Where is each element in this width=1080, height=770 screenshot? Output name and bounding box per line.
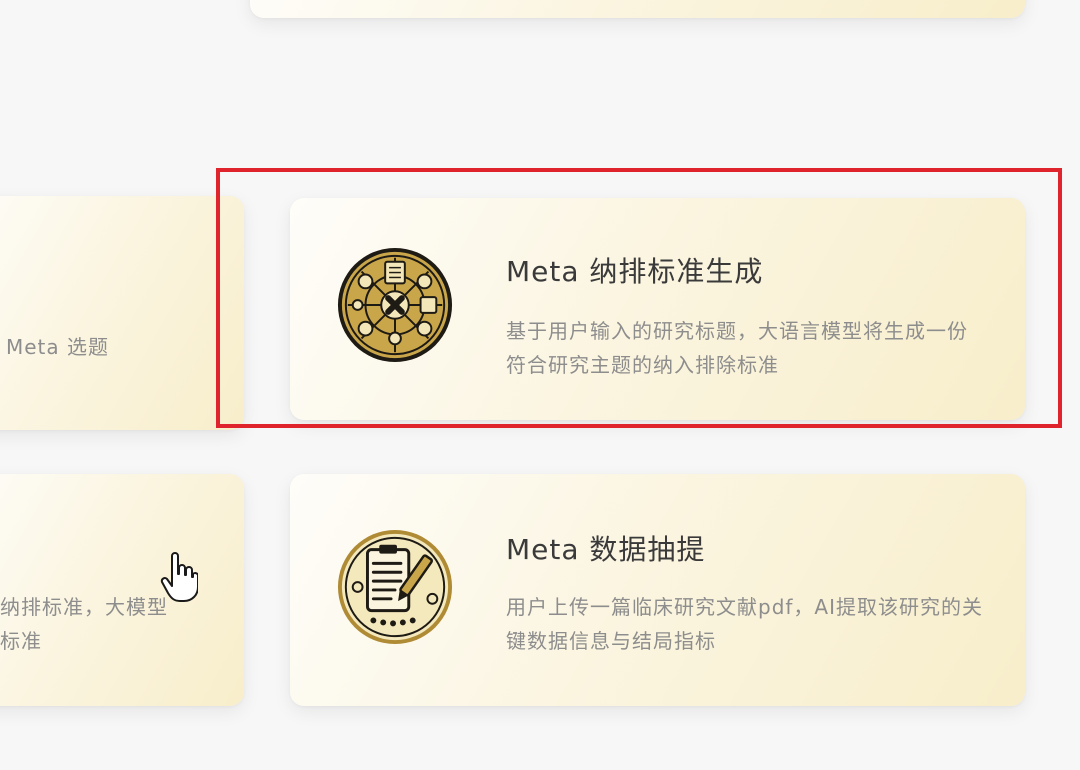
tool-card-top-partial[interactable] (250, 0, 1025, 18)
card-description: 用户上传一篇临床研究文献pdf，AI提取该研究的关键数据信息与结局指标 (506, 595, 984, 653)
card-description: Meta 选题 (6, 335, 110, 359)
tool-card-criteria-partial[interactable]: 纳排标准，大模型 标准 (0, 474, 244, 706)
hand-pointer-icon (160, 552, 198, 602)
tool-cards-page: Meta 选题 纳排标准，大模型 标准 Meta 纳排标准生成 基于用户输入的研… (0, 0, 1080, 770)
card-description: 基于用户输入的研究标题，大语言模型将生成一份符合研究主题的纳入排除标准 (506, 319, 968, 377)
tool-card-data-extraction[interactable]: Meta 数据抽提 用户上传一篇临床研究文献pdf，AI提取该研究的关键数据信息… (290, 474, 1025, 706)
data-extract-medal-icon (337, 529, 453, 645)
tool-card-criteria-generation[interactable]: Meta 纳排标准生成 基于用户输入的研究标题，大语言模型将生成一份符合研究主题… (290, 198, 1025, 420)
card-description: 纳排标准，大模型 标准 (0, 595, 168, 653)
tool-card-meta-topic[interactable]: Meta 选题 (0, 196, 244, 430)
criteria-medal-icon (337, 247, 453, 363)
card-title: Meta 纳排标准生成 (506, 255, 764, 288)
card-title: Meta 数据抽提 (506, 533, 706, 566)
